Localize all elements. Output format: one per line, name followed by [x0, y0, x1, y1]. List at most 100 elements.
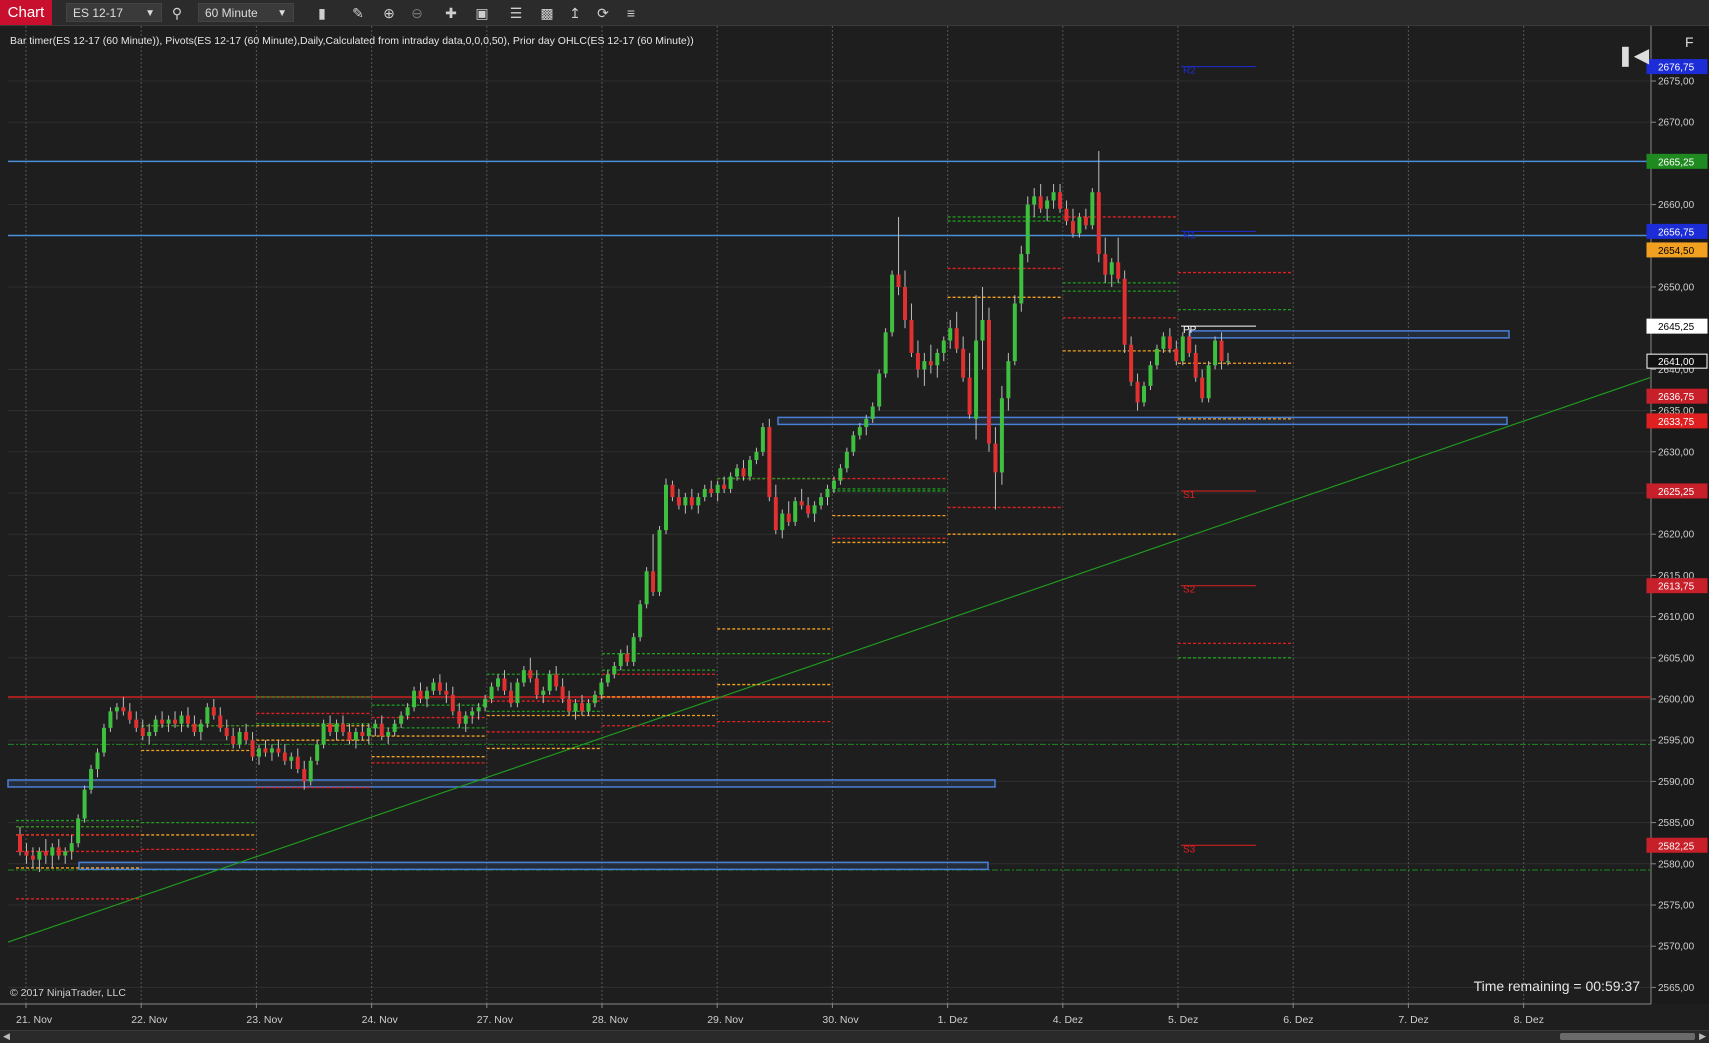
candle-body [121, 707, 126, 712]
indicator-label: Bar timer(ES 12-17 (60 Minute)), Pivots(… [10, 35, 694, 47]
candle-body [43, 851, 48, 856]
candle-body [676, 497, 681, 506]
pivot-label: PP [1183, 325, 1197, 336]
candle-body [302, 769, 307, 782]
candle-body [864, 418, 869, 428]
candle-body [1154, 348, 1159, 366]
candle-body [412, 690, 417, 708]
candle-body [825, 488, 830, 498]
candle-body [295, 756, 300, 770]
candle-body [851, 435, 856, 452]
y-tick-label: 2650,00 [1658, 283, 1695, 294]
x-tick-label: 23. Nov [246, 1014, 283, 1026]
candle-body [101, 727, 106, 753]
candle-body [1058, 192, 1063, 209]
candle-body [573, 703, 578, 712]
bar-timer-text: Time remaining = 00:59:37 [1473, 978, 1640, 994]
x-tick-label: 28. Nov [592, 1014, 629, 1026]
candle-body [560, 686, 565, 699]
candle-body [114, 707, 119, 712]
candle-body [657, 530, 662, 592]
candle-body [663, 484, 668, 531]
candle-body [1083, 216, 1088, 226]
candle-body [1142, 385, 1147, 403]
candle-body [986, 319, 991, 444]
candle-body [1038, 196, 1043, 209]
candle-body [418, 690, 423, 699]
y-tick-label: 2580,00 [1658, 859, 1695, 870]
candle-body [347, 731, 352, 741]
candle-body [670, 484, 675, 498]
candle-body [747, 460, 752, 477]
candle-body [915, 352, 920, 370]
candle-body [1070, 221, 1075, 234]
candle-body [315, 744, 320, 761]
candle-body [896, 274, 901, 287]
candle-body [735, 468, 740, 477]
candle-body [211, 707, 216, 716]
candle-body [541, 690, 546, 695]
candle-body [282, 752, 287, 761]
candle-body [76, 818, 81, 844]
candle-body [244, 731, 249, 741]
candle-body [1193, 352, 1198, 378]
candle-body [1135, 381, 1140, 403]
candle-body [883, 332, 888, 374]
scroll-left-icon[interactable]: ◀ [3, 1031, 10, 1042]
candle-body [599, 682, 604, 695]
candle-body [1051, 192, 1056, 201]
y-tick-label: 2600,00 [1658, 695, 1695, 706]
candle-body [1129, 344, 1134, 382]
price-flag-label: 2665,25 [1658, 157, 1695, 168]
horizontal-scrollbar[interactable]: ◀ ▶ [0, 1030, 1709, 1043]
candle-body [489, 686, 494, 699]
scroll-to-start-icon[interactable]: ❚◀ [1617, 43, 1649, 69]
x-tick-label: 24. Nov [362, 1014, 399, 1026]
pivot-label: R1 [1183, 230, 1196, 241]
price-axis-panel[interactable] [1651, 26, 1709, 1004]
candle-body [993, 443, 998, 473]
candle-body [967, 377, 972, 415]
f-button[interactable]: F [1685, 34, 1694, 50]
candle-body [580, 703, 585, 712]
pivot-label: S3 [1183, 844, 1196, 855]
candle-body [399, 715, 404, 724]
candle-body [50, 847, 55, 856]
x-tick-label: 30. Nov [822, 1014, 859, 1026]
candle-body [903, 287, 908, 320]
zone-rectangle [777, 416, 1508, 426]
candle-body [321, 723, 326, 745]
candle-body [205, 707, 210, 724]
candle-body [250, 740, 255, 757]
candle-body [431, 682, 436, 691]
candle-body [638, 604, 643, 638]
candle-body [592, 694, 597, 704]
candle-body [1174, 348, 1179, 362]
candle-body [366, 727, 371, 737]
scrollbar-thumb[interactable] [1560, 1033, 1695, 1040]
candle-body [1122, 278, 1127, 345]
candle-body [780, 513, 785, 531]
candle-body [147, 731, 152, 737]
candle-body [644, 571, 649, 605]
candle-body [82, 789, 87, 819]
scroll-right-icon[interactable]: ▶ [1699, 1031, 1706, 1042]
candle-body [521, 670, 526, 683]
zone-rectangle [1189, 330, 1510, 339]
candle-body [140, 727, 145, 737]
candle-body [192, 723, 197, 732]
candle-body [877, 373, 882, 407]
candle-body [269, 748, 274, 753]
candle-body [1077, 216, 1082, 234]
y-tick-label: 2595,00 [1658, 736, 1695, 747]
candle-body [799, 501, 804, 506]
candle-body [424, 690, 429, 699]
candle-body [857, 427, 862, 436]
candle-body [1219, 340, 1224, 362]
candle-body [69, 843, 74, 852]
candle-body [586, 703, 591, 712]
price-chart[interactable]: R2 R1 PP S1 S2 S3 2675,00 2670,00 2660,00 2650,0… [0, 0, 1709, 1030]
candle-body [308, 760, 313, 782]
price-flag-label: 2613,75 [1658, 582, 1695, 593]
candle-body [160, 719, 165, 724]
